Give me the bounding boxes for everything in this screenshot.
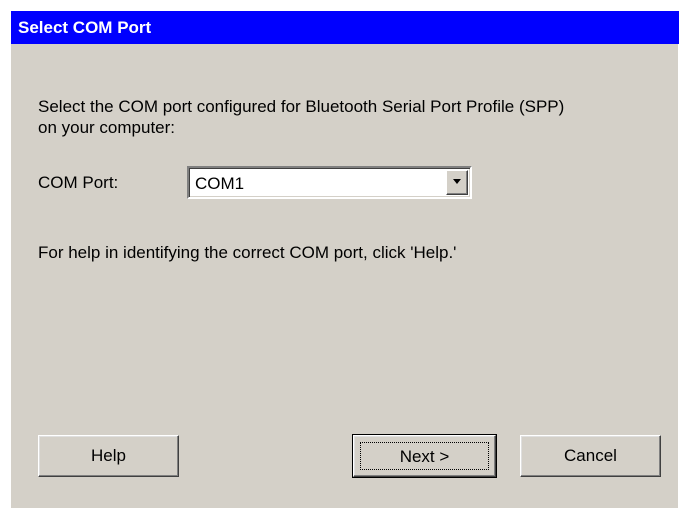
help-button[interactable]: Help — [38, 435, 179, 477]
next-button-label: Next > — [399, 447, 450, 466]
dialog-title: Select COM Port — [11, 11, 679, 44]
chevron-down-icon — [453, 179, 461, 184]
next-button[interactable]: Next > — [352, 434, 497, 478]
instructions-line-2: on your computer: — [38, 118, 176, 137]
com-port-selected-value: COM1 — [195, 174, 245, 193]
cancel-button[interactable]: Cancel — [520, 435, 661, 477]
instructions-text: Select the COM port configured for Bluet… — [38, 96, 564, 138]
com-port-label: COM Port: — [38, 173, 119, 192]
com-port-select[interactable]: COM1 — [187, 166, 472, 199]
help-button-label: Help — [91, 446, 126, 465]
com-port-dropdown-button[interactable] — [446, 170, 468, 195]
cancel-button-label: Cancel — [564, 446, 617, 465]
select-com-port-dialog: Select COM Port Select the COM port conf… — [10, 10, 679, 508]
help-hint-text: For help in identifying the correct COM … — [38, 243, 457, 262]
next-button-focus-rect: Next > — [360, 442, 489, 470]
instructions-line-1: Select the COM port configured for Bluet… — [38, 97, 565, 116]
